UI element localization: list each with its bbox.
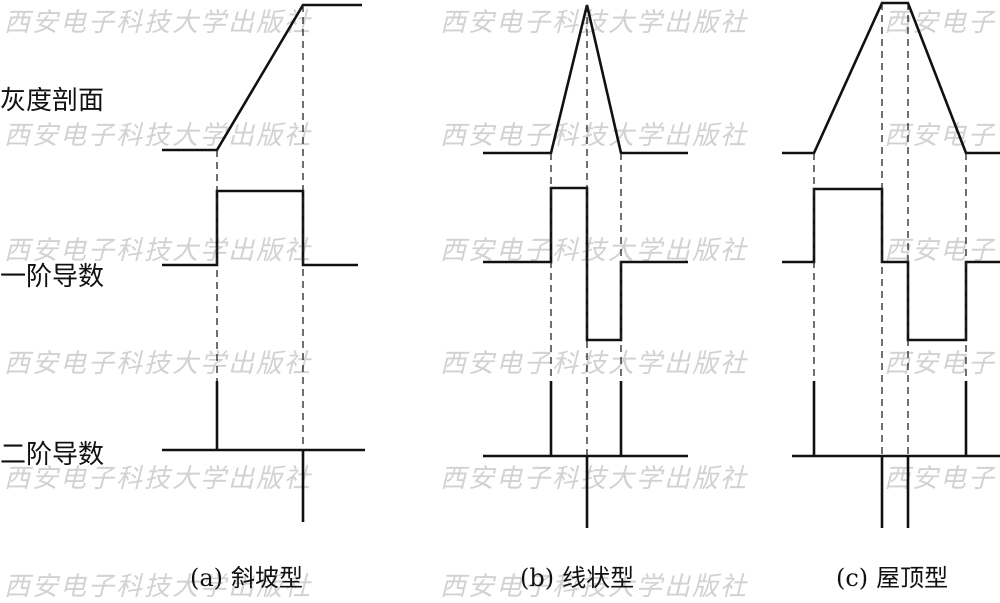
edge-derivative-diagram: 西安电子科技大学出版社 西安电子科技大学出版社 西安电子 西安电子科技大学出版社… [0, 0, 1000, 602]
line-first-derivative [483, 186, 688, 342]
caption-c: (c) 屋顶型 [836, 558, 948, 593]
caption-name: 屋顶型 [876, 564, 949, 592]
caption-tag: (c) [836, 564, 869, 592]
caption-tag: (b) [520, 564, 555, 592]
caption-a: (a) 斜坡型 [190, 558, 303, 593]
ramp-gray-profile [162, 3, 362, 152]
waveform-figure [162, 1, 1000, 528]
caption-name: 斜坡型 [231, 564, 304, 592]
caption-b: (b) 线状型 [520, 558, 634, 593]
caption-name: 线状型 [562, 564, 635, 592]
panel-a-ramp [162, 3, 365, 522]
roof-first-derivative [782, 187, 1000, 342]
roof-gray-profile [782, 1, 1000, 155]
caption-tag: (a) [190, 564, 224, 592]
line-gray-profile [483, 4, 688, 155]
ramp-first-derivative [162, 189, 358, 267]
panel-c-roof [782, 1, 1000, 528]
panel-b-line [483, 4, 688, 528]
